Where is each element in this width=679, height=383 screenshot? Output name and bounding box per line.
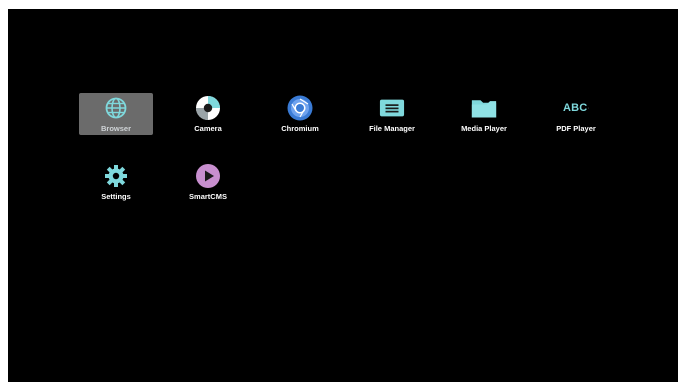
app-file-manager[interactable]: File Manager (355, 93, 429, 135)
app-browser[interactable]: Browser (79, 93, 153, 135)
app-chromium[interactable]: Chromium (263, 93, 337, 135)
app-label-chromium: Chromium (281, 124, 319, 133)
app-label-browser: Browser (100, 124, 131, 133)
file-manager-icon (379, 95, 405, 121)
app-smartcms[interactable]: SmartCMS (171, 161, 245, 203)
app-label-media-player: Media Player (461, 124, 507, 133)
launcher-screen: Browser Camera Chromium File Manager Med… (8, 9, 678, 382)
app-label-settings: Settings (101, 192, 131, 201)
app-label-smartcms: SmartCMS (189, 192, 227, 201)
app-label-file-manager: File Manager (369, 124, 415, 133)
camera-icon (195, 95, 221, 121)
abc-icon-text: ABC (563, 102, 588, 114)
app-label-pdf-player: PDF Player (556, 124, 596, 133)
play-icon (195, 163, 221, 189)
app-settings[interactable]: Settings (79, 161, 153, 203)
folder-icon (471, 95, 497, 121)
app-pdf-player[interactable]: ABC PDF Player (539, 93, 613, 135)
app-label-camera: Camera (194, 124, 222, 133)
globe-icon (103, 95, 129, 121)
app-media-player[interactable]: Media Player (447, 93, 521, 135)
gear-icon (103, 163, 129, 189)
chromium-icon (287, 95, 313, 121)
app-camera[interactable]: Camera (171, 93, 245, 135)
abc-icon: ABC (563, 95, 589, 121)
